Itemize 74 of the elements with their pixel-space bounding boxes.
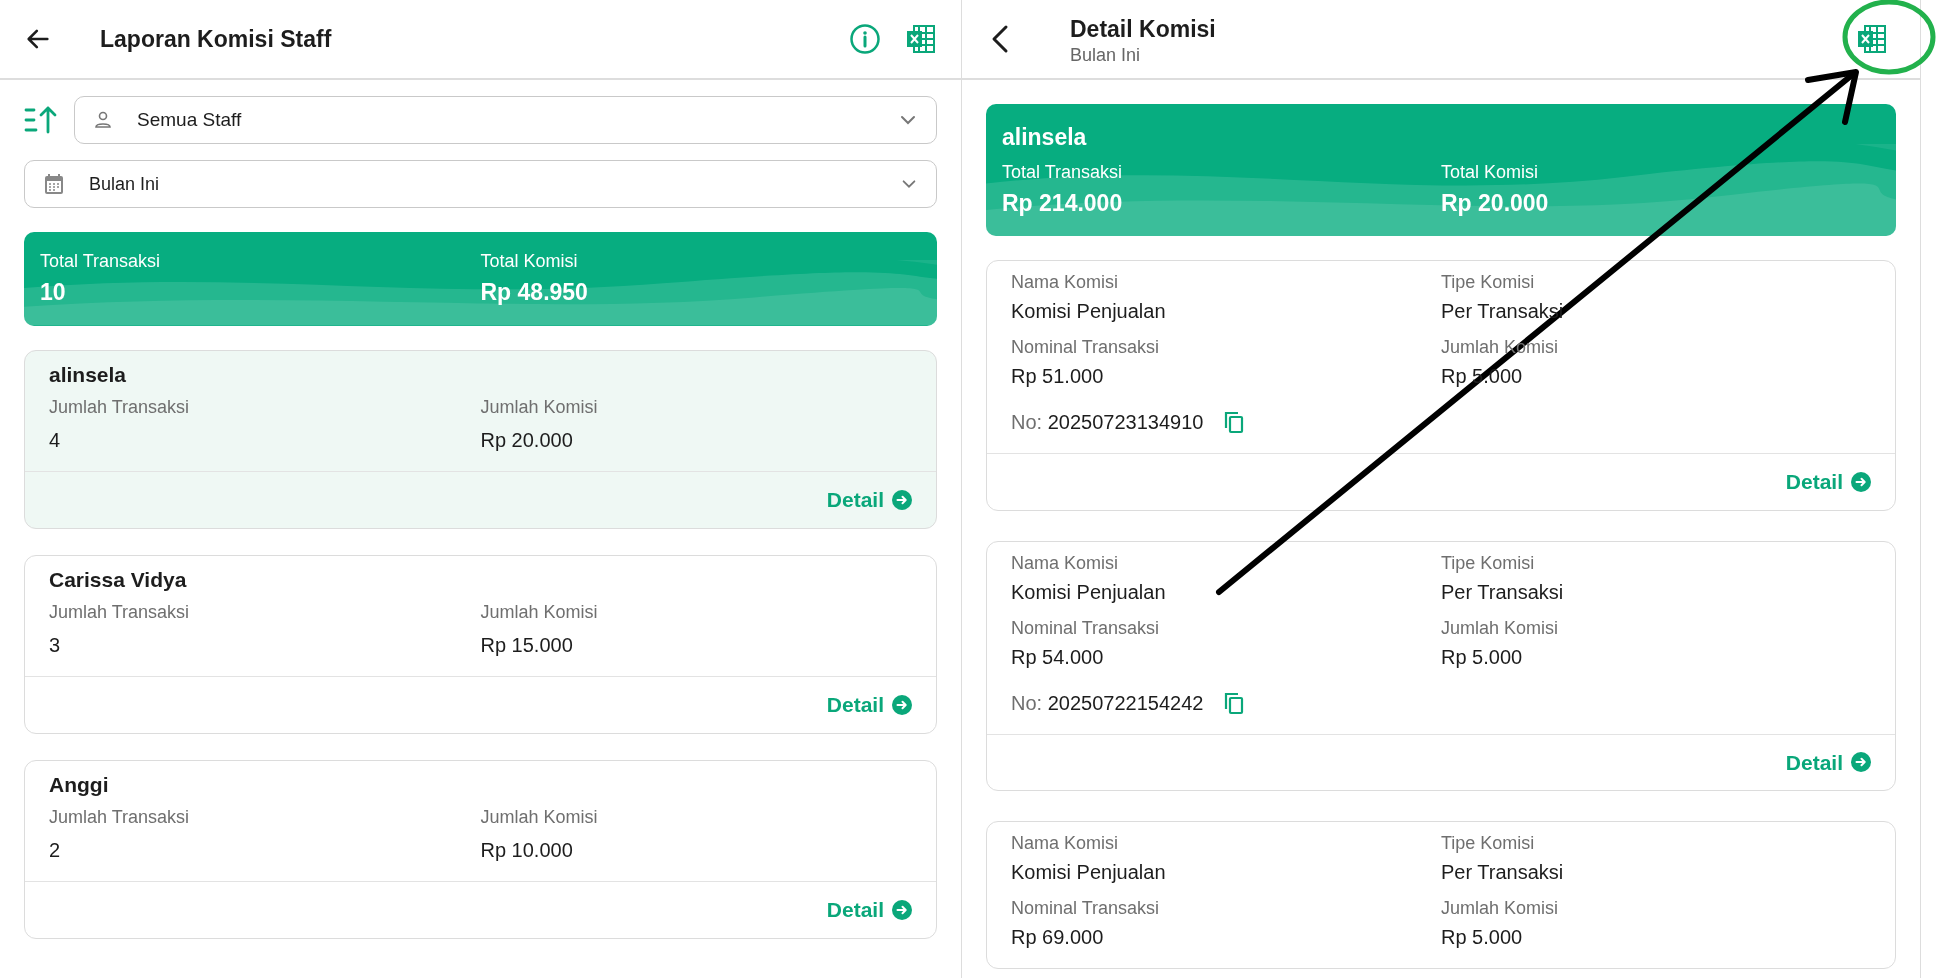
sort-button[interactable] <box>24 104 58 136</box>
arrow-circle-icon <box>892 694 912 715</box>
field-label: Tipe Komisi <box>1441 551 1535 575</box>
arrow-circle-icon <box>892 899 912 920</box>
summary-value: Rp 48.950 <box>480 278 589 307</box>
copy-icon <box>1223 690 1246 715</box>
info-button[interactable] <box>849 23 881 55</box>
field-label: Jumlah Komisi <box>480 806 598 829</box>
field-value: Rp 54.000 <box>1011 644 1104 670</box>
field-value: Komisi Penjualan <box>1011 860 1166 885</box>
field-value: Rp 5.000 <box>1441 925 1523 950</box>
summary-value: Rp 214.000 <box>1002 188 1124 218</box>
copy-button[interactable] <box>1223 410 1246 434</box>
field-value: Rp 51.000 <box>1011 364 1104 389</box>
staff-card[interactable]: Carissa Vidya Jumlah Transaksi 3 Jumlah Komisi Rp 15.000 Detail <box>24 554 937 734</box>
field-value: Per Transaksi <box>1441 579 1564 605</box>
staff-name: alinsela <box>1002 123 1088 152</box>
field-label: Nama Komisi <box>1011 271 1119 294</box>
field-label: Nama Komisi <box>1011 551 1119 575</box>
summary-value: 10 <box>40 278 67 307</box>
field-label: Tipe Komisi <box>1441 271 1535 294</box>
field-label: Jumlah Transaksi <box>49 396 190 419</box>
field-label: Jumlah Komisi <box>480 396 598 419</box>
field-value: Rp 10.000 <box>480 838 573 863</box>
field-label: Jumlah Komisi <box>1441 616 1559 640</box>
field-label: Jumlah Komisi <box>1441 897 1559 920</box>
field-value: Komisi Penjualan <box>1011 579 1166 605</box>
copy-button[interactable] <box>1223 690 1246 715</box>
summary-label: Total Transaksi <box>40 250 162 273</box>
staff-name: Anggi <box>49 771 110 798</box>
field-value: 3 <box>49 633 61 658</box>
field-label: Nominal Transaksi <box>1011 616 1160 640</box>
field-value: Rp 69.000 <box>1011 925 1104 950</box>
page-title: Laporan Komisi Staff <box>100 24 333 54</box>
export-excel-button[interactable] <box>905 23 937 55</box>
staff-dropdown[interactable]: Semua Staff <box>74 96 937 144</box>
calendar-icon <box>43 172 65 196</box>
summary-label: Total Komisi <box>480 250 579 273</box>
staff-card[interactable]: Anggi Jumlah Transaksi 2 Jumlah Komisi Rp 10.000 Detail <box>24 759 937 939</box>
field-value: 4 <box>49 428 61 453</box>
summary-label: Total Komisi <box>1441 160 1540 184</box>
summary-value: Rp 20.000 <box>1441 188 1550 218</box>
field-value: 2 <box>49 838 61 863</box>
field-label: Jumlah Komisi <box>480 601 598 624</box>
summary-label: Total Transaksi <box>1002 160 1124 184</box>
field-label: Nominal Transaksi <box>1011 336 1160 359</box>
arrow-circle-icon <box>892 489 912 510</box>
field-value: Per Transaksi <box>1441 860 1564 885</box>
field-label: Jumlah Transaksi <box>49 601 190 624</box>
field-value: Komisi Penjualan <box>1011 299 1166 324</box>
transaction-number: No: 20250722154242 <box>1011 690 1204 716</box>
arrow-circle-icon <box>1851 752 1871 773</box>
sort-icon <box>24 104 58 136</box>
staff-card[interactable]: alinsela Jumlah Transaksi 4 Jumlah Komisi Rp 20.000 Detail <box>24 349 937 529</box>
copy-icon <box>1223 410 1246 434</box>
field-value: Rp 5.000 <box>1441 644 1523 670</box>
spreadsheet-icon <box>1856 23 1888 55</box>
period-dropdown[interactable]: Bulan Ini <box>24 160 937 208</box>
page-subtitle: Bulan Ini <box>1070 46 1142 67</box>
export-excel-button[interactable] <box>1856 23 1888 55</box>
field-value: Rp 20.000 <box>480 428 573 453</box>
field-value: Rp 15.000 <box>480 633 573 658</box>
spreadsheet-icon <box>905 23 937 55</box>
person-icon <box>93 110 113 130</box>
field-label: Nama Komisi <box>1011 832 1119 855</box>
info-icon <box>849 23 881 55</box>
field-label: Nominal Transaksi <box>1011 897 1160 920</box>
field-label: Jumlah Transaksi <box>49 806 190 829</box>
arrow-circle-icon <box>1851 471 1871 492</box>
page-title: Detail Komisi <box>1070 14 1217 44</box>
transaction-number: No: 20250723134910 <box>1011 410 1204 435</box>
field-label: Tipe Komisi <box>1441 832 1535 855</box>
staff-name: alinsela <box>49 361 128 388</box>
staff-name: Carissa Vidya <box>49 566 188 593</box>
